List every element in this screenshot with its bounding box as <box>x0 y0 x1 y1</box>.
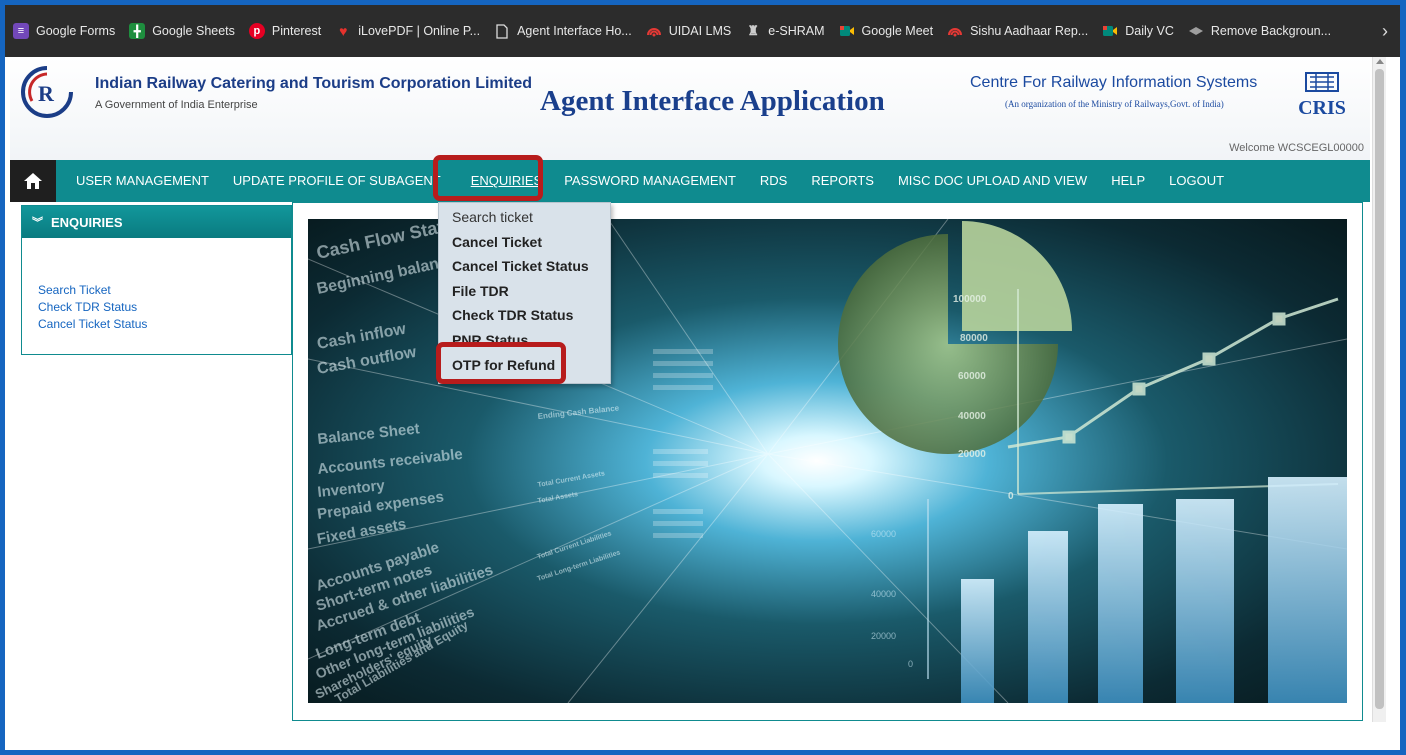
sidebar-link-cancel-ticket-status[interactable]: Cancel Ticket Status <box>38 316 291 333</box>
bookmark-pinterest[interactable]: p Pinterest <box>248 23 322 39</box>
banner-bar-axis-label: 40000 <box>871 589 896 599</box>
bookmark-google-forms[interactable]: ≡ Google Forms <box>13 23 115 39</box>
cris-org-name: Centre For Railway Information Systems <box>970 74 1258 91</box>
banner-bar-axis-label: 20000 <box>871 631 896 641</box>
bookmark-label: e-SHRAM <box>768 24 825 38</box>
banner-bar-axis-label: 60000 <box>871 529 896 539</box>
sidebar-link-check-tdr-status[interactable]: Check TDR Status <box>38 299 291 316</box>
bookmark-ilovepdf[interactable]: ♥ iLovePDF | Online P... <box>335 23 480 39</box>
scrollbar-thumb[interactable] <box>1375 69 1384 709</box>
bookmark-e-shram[interactable]: ♜ e-SHRAM <box>745 23 824 39</box>
nav-help[interactable]: HELP <box>1099 160 1157 202</box>
banner-axis-label: 60000 <box>958 371 986 382</box>
enquiries-highlight-box <box>433 155 543 201</box>
irctc-org-subtitle: A Government of India Enterprise <box>95 99 258 111</box>
bookmark-label: Google Meet <box>861 24 934 38</box>
menu-item-file-tdr[interactable]: File TDR <box>439 279 610 304</box>
menu-item-cancel-ticket-status[interactable]: Cancel Ticket Status <box>439 254 610 279</box>
scroll-up-arrow-icon[interactable] <box>1376 59 1384 64</box>
banner-axis-label: 20000 <box>958 449 986 460</box>
banner-axis-label: 40000 <box>958 411 986 422</box>
double-chevron-down-icon: ︾ <box>32 217 43 229</box>
main-nav: USER MANAGEMENT UPDATE PROFILE OF SUBAGE… <box>10 160 1370 202</box>
nav-logout[interactable]: LOGOUT <box>1157 160 1236 202</box>
nav-update-profile-subagent[interactable]: UPDATE PROFILE OF SUBAGENT <box>221 160 453 202</box>
banner-bar-axis-label: 0 <box>908 659 913 669</box>
sidebar-header[interactable]: ︾ ENQUIRIES <box>22 206 291 238</box>
bookmark-remove-bg[interactable]: Remove Backgroun... <box>1188 23 1331 39</box>
bookmark-google-sheets[interactable]: ╋ Google Sheets <box>129 23 235 39</box>
home-icon <box>24 173 42 189</box>
nav-misc-doc-upload[interactable]: MISC DOC UPLOAD AND VIEW <box>886 160 1099 202</box>
bookmark-label: Google Sheets <box>152 24 235 38</box>
bookmark-label: iLovePDF | Online P... <box>358 24 481 38</box>
banner-axis-label: 80000 <box>960 333 988 344</box>
bookmark-label: Daily VC <box>1125 24 1174 38</box>
irctc-logo: R <box>21 66 73 118</box>
bookmark-daily-vc[interactable]: Daily VC <box>1102 23 1174 39</box>
uidai-icon <box>646 23 662 39</box>
emblem-icon: ♜ <box>747 23 760 38</box>
bookmarks-more-chevron-icon[interactable]: › <box>1382 21 1388 42</box>
uidai-icon <box>947 23 963 39</box>
vertical-scrollbar[interactable] <box>1372 57 1386 722</box>
nav-reports[interactable]: REPORTS <box>799 160 886 202</box>
bookmark-agent-interface[interactable]: Agent Interface Ho... <box>494 23 632 39</box>
welcome-user-text: Welcome WCSCEGL00000 <box>1229 142 1364 154</box>
banner-axis-label: 100000 <box>953 294 987 305</box>
google-sheets-icon: ╋ <box>129 23 146 39</box>
enquiries-sidebar: ︾ ENQUIRIES Search Ticket Check TDR Stat… <box>21 205 292 355</box>
bookmark-label: Sishu Aadhaar Rep... <box>970 24 1089 38</box>
home-button[interactable] <box>10 160 56 202</box>
bookmarks-bar: ≡ Google Forms ╋ Google Sheets p Pintere… <box>5 5 1400 57</box>
svg-text:R: R <box>38 81 55 106</box>
otp-refund-highlight-box <box>436 342 566 384</box>
sidebar-title: ENQUIRIES <box>51 214 123 230</box>
nav-user-management[interactable]: USER MANAGEMENT <box>56 160 221 202</box>
pinterest-icon: p <box>248 23 265 39</box>
bookmark-label: UIDAI LMS <box>668 24 732 38</box>
bookmark-google-meet[interactable]: Google Meet <box>839 23 934 39</box>
google-forms-icon: ≡ <box>13 23 29 39</box>
menu-item-cancel-ticket[interactable]: Cancel Ticket <box>439 230 610 255</box>
bookmark-sishu-aadhaar[interactable]: Sishu Aadhaar Rep... <box>947 23 1088 39</box>
google-meet-icon <box>1102 23 1118 39</box>
bookmark-label: Pinterest <box>271 24 322 38</box>
cris-logo: CRIS <box>1298 72 1346 119</box>
menu-item-check-tdr-status[interactable]: Check TDR Status <box>439 303 610 328</box>
nav-rds[interactable]: RDS <box>748 160 799 202</box>
remove-bg-icon <box>1188 23 1204 39</box>
document-icon <box>494 23 510 39</box>
google-meet-icon <box>839 23 855 39</box>
bookmark-label: Agent Interface Ho... <box>517 24 632 38</box>
menu-item-search-ticket[interactable]: Search ticket <box>439 205 610 230</box>
cris-org-subtitle: (An organization of the Ministry of Rail… <box>1005 99 1224 109</box>
sidebar-links: Search Ticket Check TDR Status Cancel Ti… <box>22 238 291 333</box>
nav-password-management[interactable]: PASSWORD MANAGEMENT <box>559 160 748 202</box>
bookmark-label: Remove Backgroun... <box>1210 24 1332 38</box>
irctc-org-name: Indian Railway Catering and Tourism Corp… <box>95 75 533 92</box>
page-title: Agent Interface Application <box>540 85 885 117</box>
bookmark-label: Google Forms <box>36 24 116 38</box>
cris-logo-text: CRIS <box>1298 97 1346 119</box>
banner-axis-label: 0 <box>1008 491 1014 502</box>
bookmark-uidai-lms[interactable]: UIDAI LMS <box>646 23 732 39</box>
ilovepdf-icon: ♥ <box>339 23 348 39</box>
site-header: R Indian Railway Catering and Tourism Co… <box>10 57 1370 160</box>
sidebar-link-search-ticket[interactable]: Search Ticket <box>38 282 291 299</box>
